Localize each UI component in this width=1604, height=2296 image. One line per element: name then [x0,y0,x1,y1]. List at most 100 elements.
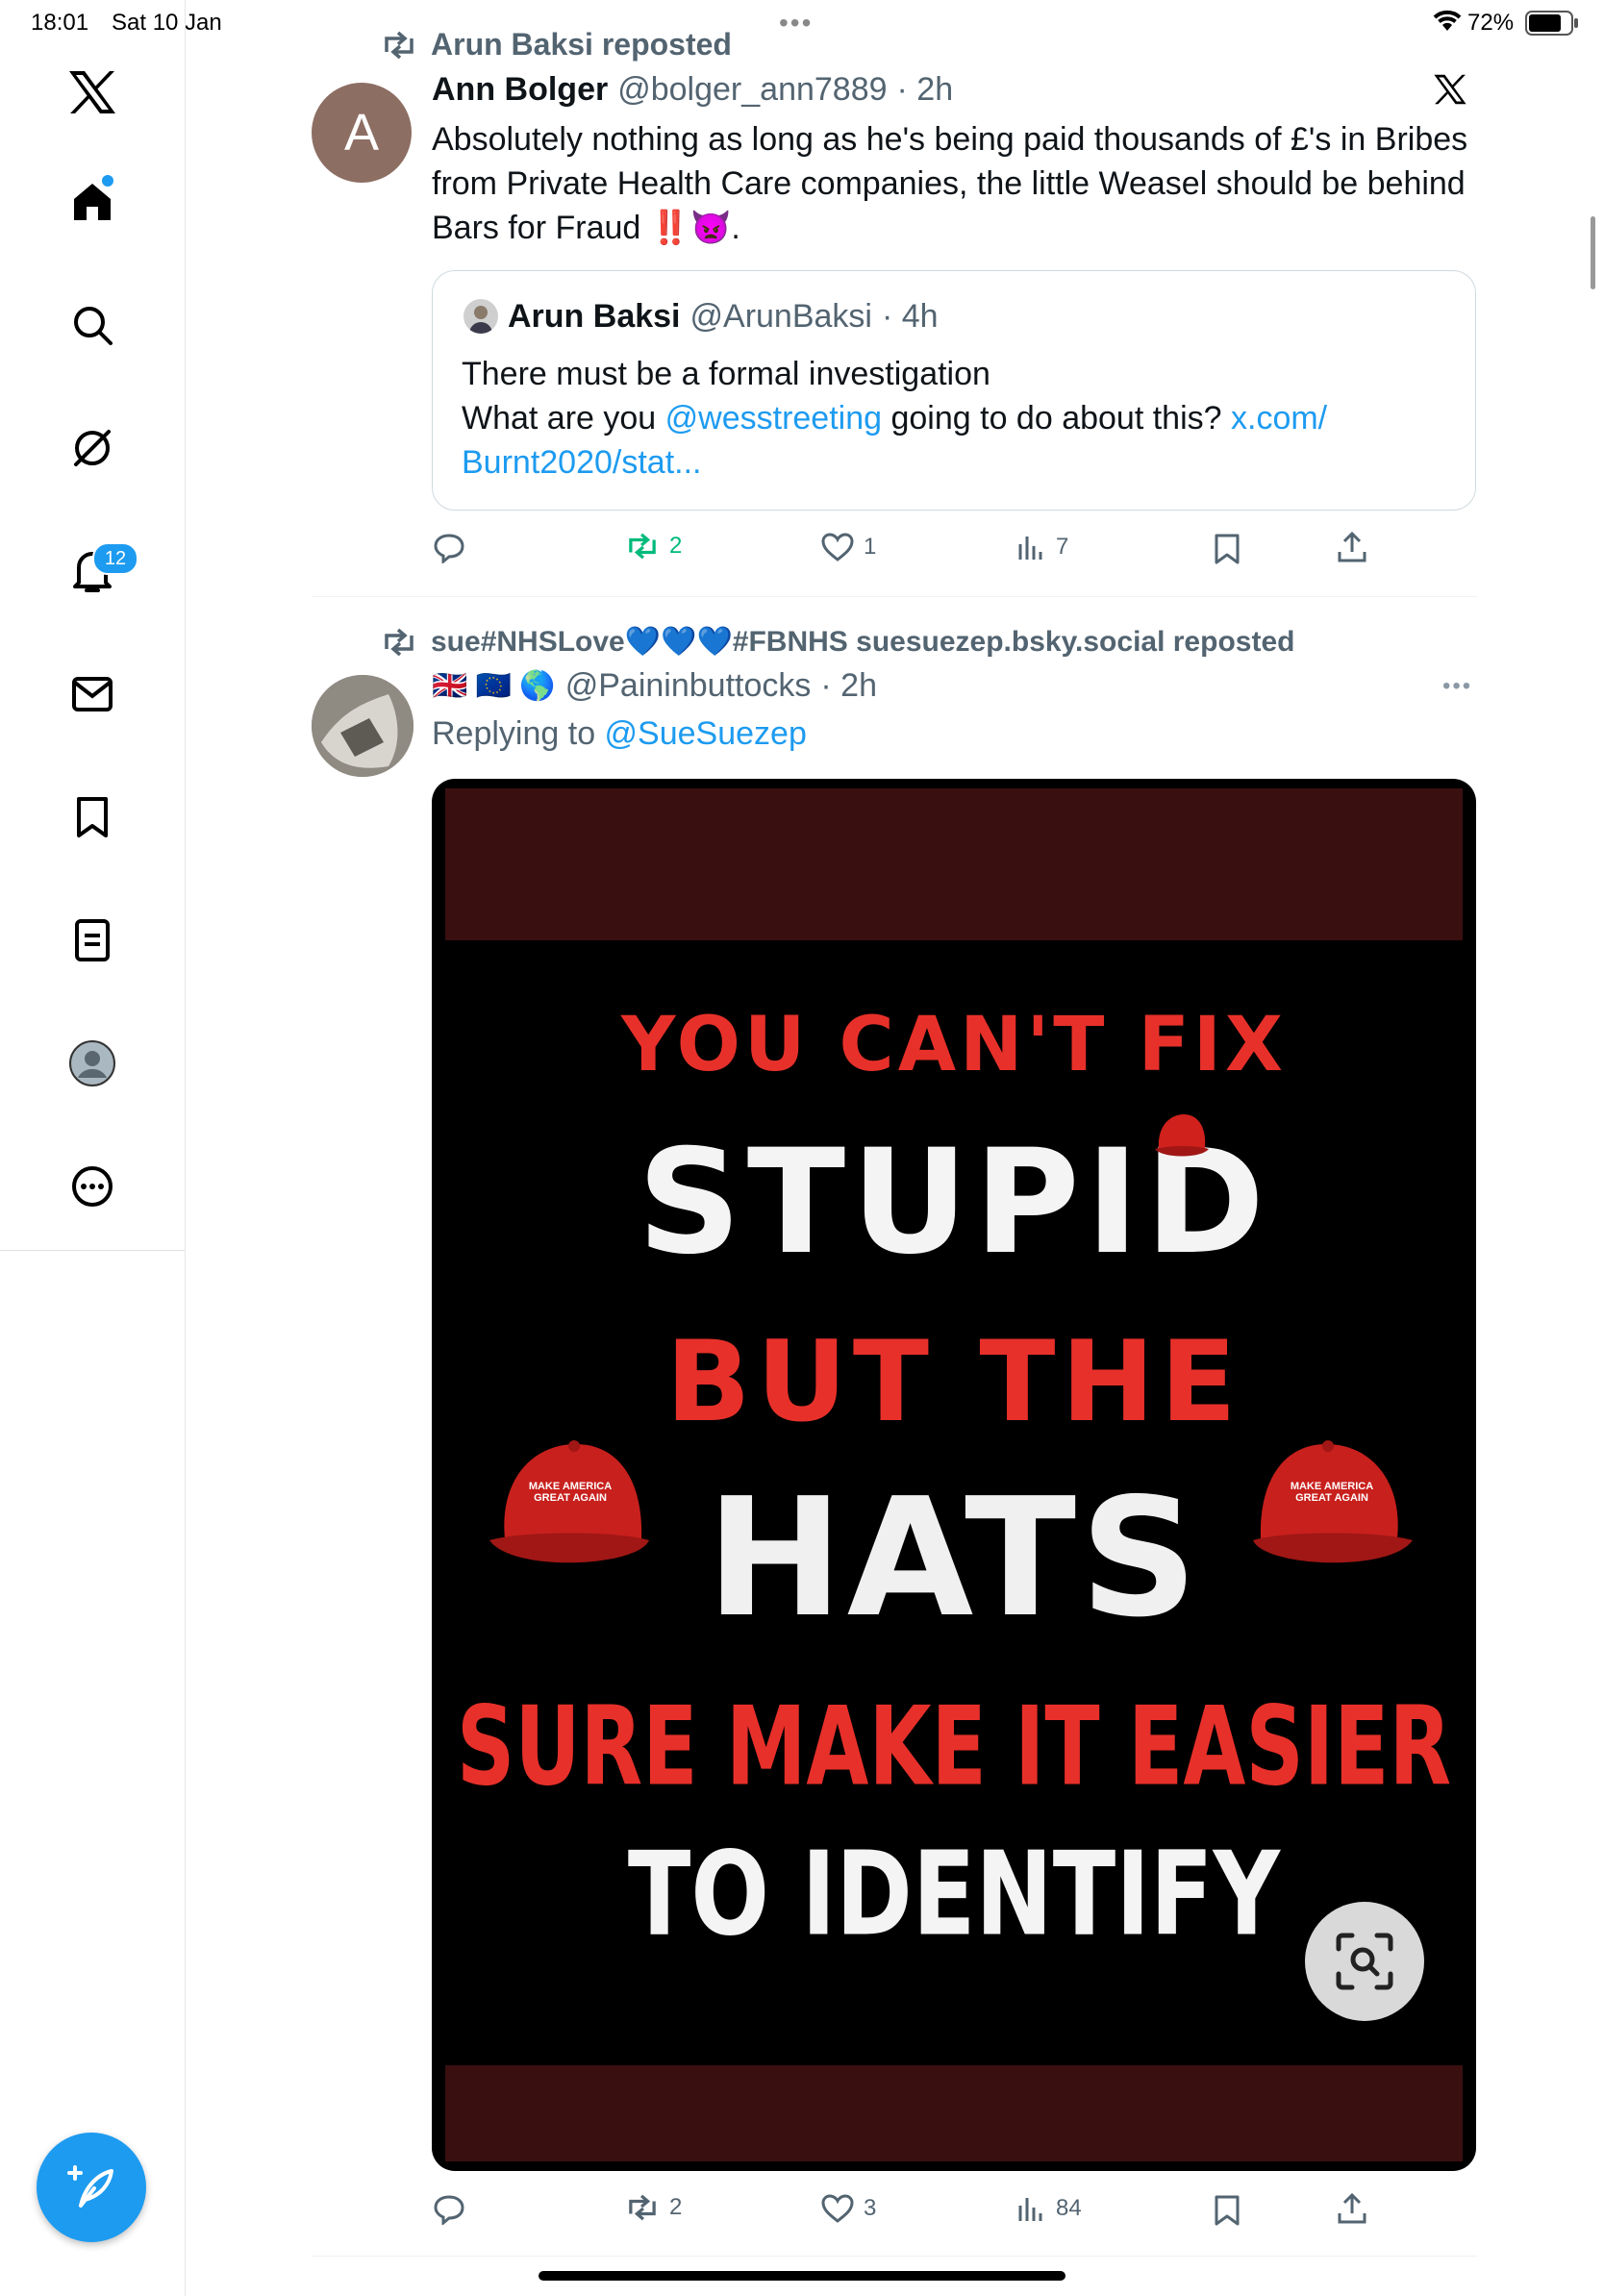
quote-author-name: Arun Baksi [508,298,681,335]
post-more-icon[interactable]: ••• [1442,673,1472,700]
quote-text-line: What are you @wesstreeting going to do a… [462,396,1327,440]
repost-label: Arun Baksi reposted [431,27,732,62]
home-indicator[interactable] [539,2271,1065,2281]
quote-text: There must be a formal investigation Wha… [462,352,1327,485]
post-header: Ann Bolger @bolger_ann7889 · 2h [432,71,953,109]
x-logo-icon [1433,73,1467,111]
author-flags: 🇬🇧 🇪🇺 🌎 [432,670,556,702]
lists-icon[interactable] [60,908,125,973]
avatar[interactable] [312,675,414,777]
repost-icon [629,2194,656,2221]
poster-line: YOU CAN'T FIX [620,1002,1288,1088]
post-text-line: Absolutely nothing as long as he's being… [432,121,1468,158]
url-link-cont[interactable]: Burnt2020/stat... [462,444,702,481]
post-text-line: from Private Health Care companies, the … [432,165,1466,202]
views-button[interactable]: 7 [1017,533,1068,562]
quote-time: · 4h [881,298,939,335]
heart-icon [821,2194,854,2223]
repost-label: sue#NHSLove💙💙💙#FBNHS suesuezep.bsky.soci… [431,626,1295,658]
post-text: Absolutely nothing as long as he's being… [432,117,1467,250]
bookmark-button[interactable] [1214,533,1241,565]
quote-text-part: What are you [462,400,665,437]
like-button[interactable]: 3 [821,2194,876,2223]
author-name[interactable]: Ann Bolger [432,71,608,109]
notification-count-badge: 12 [92,542,138,575]
sidebar: 12 [0,0,186,2296]
post-time[interactable]: · 2h [897,71,954,109]
views-count: 84 [1056,2195,1082,2221]
battery-icon [1525,11,1579,40]
quote-text-part: going to do about this? [882,400,1231,437]
battery-percent: 72% [1467,10,1515,36]
views-count: 7 [1056,534,1069,560]
home-icon[interactable] [60,169,125,235]
repost-count: 2 [669,533,683,559]
cap-text: MAKE AMERICA GREAT AGAIN [1290,1481,1374,1504]
avatar[interactable]: A [312,83,412,183]
quote-author-handle: @ArunBaksi [689,298,872,335]
repost-button[interactable]: 2 [625,2194,682,2221]
red-cap-right: MAKE AMERICA GREAT AGAIN [1249,1433,1418,1567]
search-icon[interactable] [60,292,125,358]
heart-icon [821,533,854,562]
cap-text: MAKE AMERICA GREAT AGAIN [528,1481,613,1504]
views-chart-icon [1018,537,1042,560]
post-time[interactable]: · 2h [820,667,877,705]
poster-line: SURE MAKE IT EASIER [456,1683,1452,1810]
more-options-icon[interactable] [60,1154,125,1219]
author-handle[interactable]: @bolger_ann7889 [617,71,887,109]
author-handle[interactable]: @Paininbuttocks [565,667,812,705]
share-button[interactable] [1337,2192,1367,2225]
visual-search-button[interactable] [1305,1902,1424,2021]
quote-header: Arun Baksi @ArunBaksi · 4h [508,298,939,336]
repost-icon [385,628,414,656]
scrollbar[interactable] [1591,216,1595,289]
post-divider [312,2256,1477,2257]
compose-post-button[interactable] [37,2133,146,2242]
like-count: 3 [864,2195,877,2221]
views-chart-icon [1018,2198,1042,2221]
quote-avatar [464,299,498,334]
reply-button[interactable] [433,2194,465,2225]
x-logo-icon[interactable] [60,60,125,125]
post-header: 🇬🇧 🇪🇺 🌎 @Paininbuttocks · 2h [432,667,877,705]
grok-icon[interactable] [60,415,125,481]
reply-prefix: Replying to [432,715,605,752]
messages-envelope-icon[interactable] [60,661,125,727]
repost-icon [385,31,414,59]
mention-link[interactable]: @wesstreeting [665,400,882,437]
bookmark-button[interactable] [1214,2194,1241,2227]
post-divider [312,596,1477,597]
reply-icon [434,2195,464,2225]
share-button[interactable] [1337,531,1367,563]
multitasking-dots-icon[interactable]: ••• [779,8,813,38]
image-bottom-band [445,2065,1463,2161]
sidebar-separator [0,1250,185,1251]
reply-icon [434,534,464,563]
repost-indicator: Arun Baksi reposted [381,27,732,62]
image-top-band [445,788,1463,940]
profile-avatar-icon[interactable] [60,1031,125,1096]
visual-lookup-icon [1336,1933,1393,1990]
reply-to-mention[interactable]: @SueSuezep [605,715,807,752]
share-icon [1338,531,1366,562]
repost-button[interactable]: 2 [625,533,682,560]
poster-line: STUPID [637,1119,1271,1286]
url-link[interactable]: x.com/ [1231,400,1327,437]
poster-line: BUT THE [665,1317,1242,1447]
bookmark-icon [1215,534,1240,564]
post-image[interactable]: YOU CAN'T FIX STUPID BUT THE HATS SURE M… [432,779,1476,2171]
bookmarks-icon[interactable] [60,785,125,850]
repost-indicator: sue#NHSLove💙💙💙#FBNHS suesuezep.bsky.soci… [381,625,1294,659]
red-cap-small [1153,1111,1211,1159]
repost-count: 2 [669,2194,683,2220]
like-button[interactable]: 1 [821,533,876,562]
views-button[interactable]: 84 [1017,2194,1082,2223]
like-count: 1 [864,534,877,560]
quote-text-line: There must be a formal investigation [462,356,990,392]
home-unread-dot [102,175,113,187]
bookmark-icon [1215,2195,1240,2226]
reply-button[interactable] [433,533,465,563]
post-text-line: Bars for Fraud ‼️👿. [432,210,740,246]
wifi-icon [1431,8,1464,37]
